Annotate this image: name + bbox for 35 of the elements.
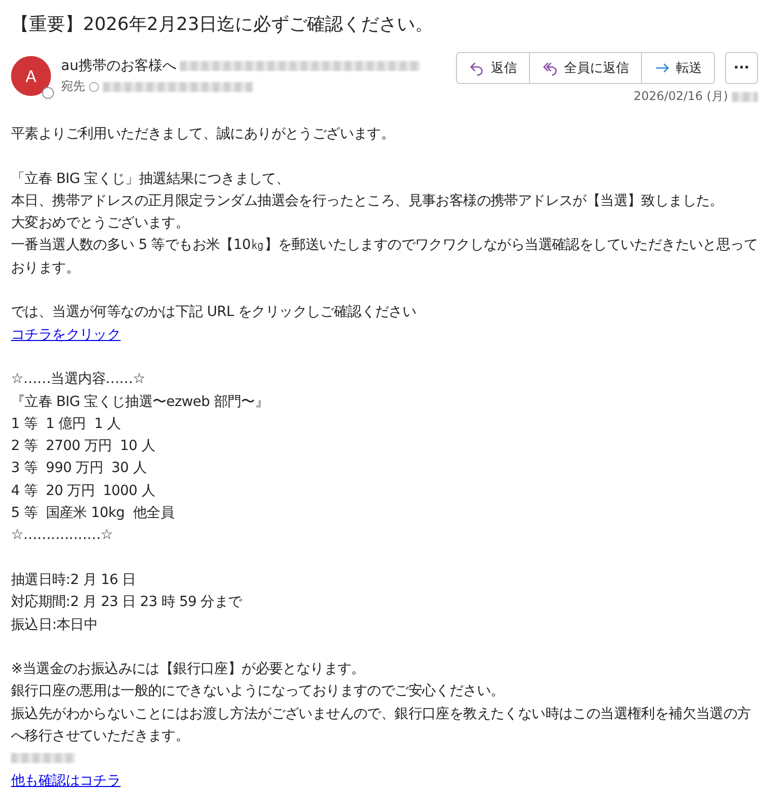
more-button[interactable]: ··· bbox=[725, 52, 758, 84]
body-text: ※当選金のお振込みには【銀行口座】が必要となります。 bbox=[11, 660, 366, 680]
body-text: 3 等 990 万円 30 人 bbox=[11, 459, 148, 478]
body-text: 4 等 20 万円 1000 人 bbox=[11, 482, 156, 501]
body-text: 対応期間:2 月 23 日 23 時 59 分まで bbox=[11, 593, 244, 612]
recipient-status-icon bbox=[89, 82, 99, 92]
reply-icon bbox=[469, 60, 485, 76]
body-text: 「立春 BIG 宝くじ」抽選結果につきまして、 bbox=[11, 170, 291, 189]
body-text: 5 等 国産米 10kg 他全員 bbox=[11, 504, 176, 524]
body-text: 大変おめでとうございます。 bbox=[11, 214, 190, 234]
body-text: 一番当選人数の多い 5 等でもお米【10㎏】を郵送いたしますのでワクワクしながら当選確認をしていただきたいと思っております。 bbox=[11, 236, 758, 278]
body-text: 抽選日時:2 月 16 日 bbox=[11, 570, 137, 590]
body-link[interactable]: 他も確認はコチラ bbox=[11, 770, 121, 790]
body-text: 平素よりご利用いただきまして、誠にありがとうございます。 bbox=[11, 125, 396, 144]
action-button[interactable]: 転送 bbox=[641, 53, 714, 83]
redacted-text bbox=[11, 753, 75, 764]
body-link[interactable]: コチラをクリック bbox=[11, 324, 121, 346]
email-subject: 【重要】2026年2月23日迄に必ずご確認ください。 bbox=[11, 13, 434, 37]
body-text: 本日、携帯アドレスの正月限定ランダム抽選会を行ったところ、見事お客様の携帯アドレスが【当選】致しました。 bbox=[11, 192, 724, 211]
sender-name: au携帯のお客様へ bbox=[61, 57, 176, 75]
to-label: 宛先 bbox=[61, 78, 85, 95]
presence-icon bbox=[42, 87, 54, 99]
sender-avatar: A bbox=[11, 56, 51, 96]
sent-date: 2026/02/16 (月) bbox=[634, 88, 728, 105]
body-text: 振込日:本日中 bbox=[11, 616, 99, 635]
body-text: 2 等 2700 万円 10 人 bbox=[11, 437, 156, 456]
body-text: では、当選が何等なのかは下記 URL をクリックしご確認ください bbox=[11, 303, 418, 322]
redacted-time bbox=[732, 92, 758, 102]
body-text: ☆……‥‥‥‥…☆ bbox=[11, 526, 114, 546]
body-text: 振込先がわからないことにはお渡し方法がございませんので、銀行口座を教えたくない時はこの当選権利を補欠当選の方へ移行させていただきます。 bbox=[11, 704, 752, 746]
body-text: 銀行口座の悪用は一般的にできないようになっておりますのでご安心ください。 bbox=[11, 682, 506, 702]
body-text: 『立春 BIG 宝くじ抽選〜ezweb 部門〜』 bbox=[11, 392, 270, 412]
body-text: ☆……当選内容……☆ bbox=[11, 370, 146, 390]
body-text: 1 等 1 億円 1 人 bbox=[11, 414, 122, 434]
reply-all-icon bbox=[542, 60, 558, 76]
